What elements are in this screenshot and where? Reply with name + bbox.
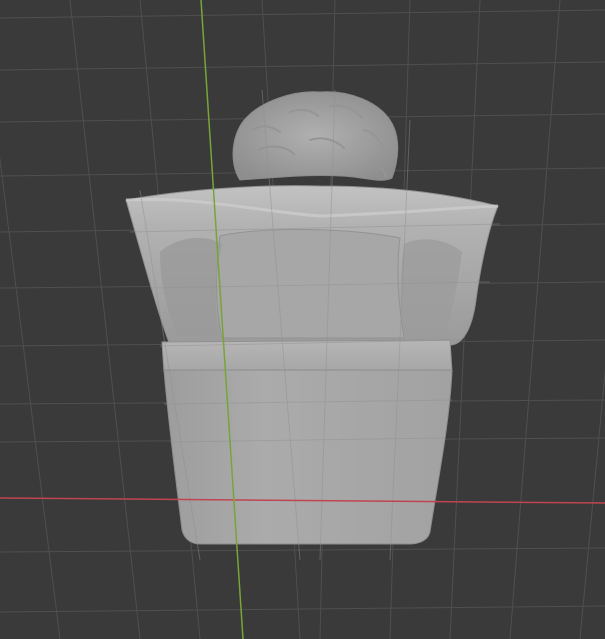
3d-viewport[interactable] [0,0,605,639]
viewport-canvas[interactable] [0,0,605,639]
head-mesh[interactable] [232,91,399,181]
bust-model[interactable] [125,91,499,545]
base-block-front[interactable] [163,369,453,545]
